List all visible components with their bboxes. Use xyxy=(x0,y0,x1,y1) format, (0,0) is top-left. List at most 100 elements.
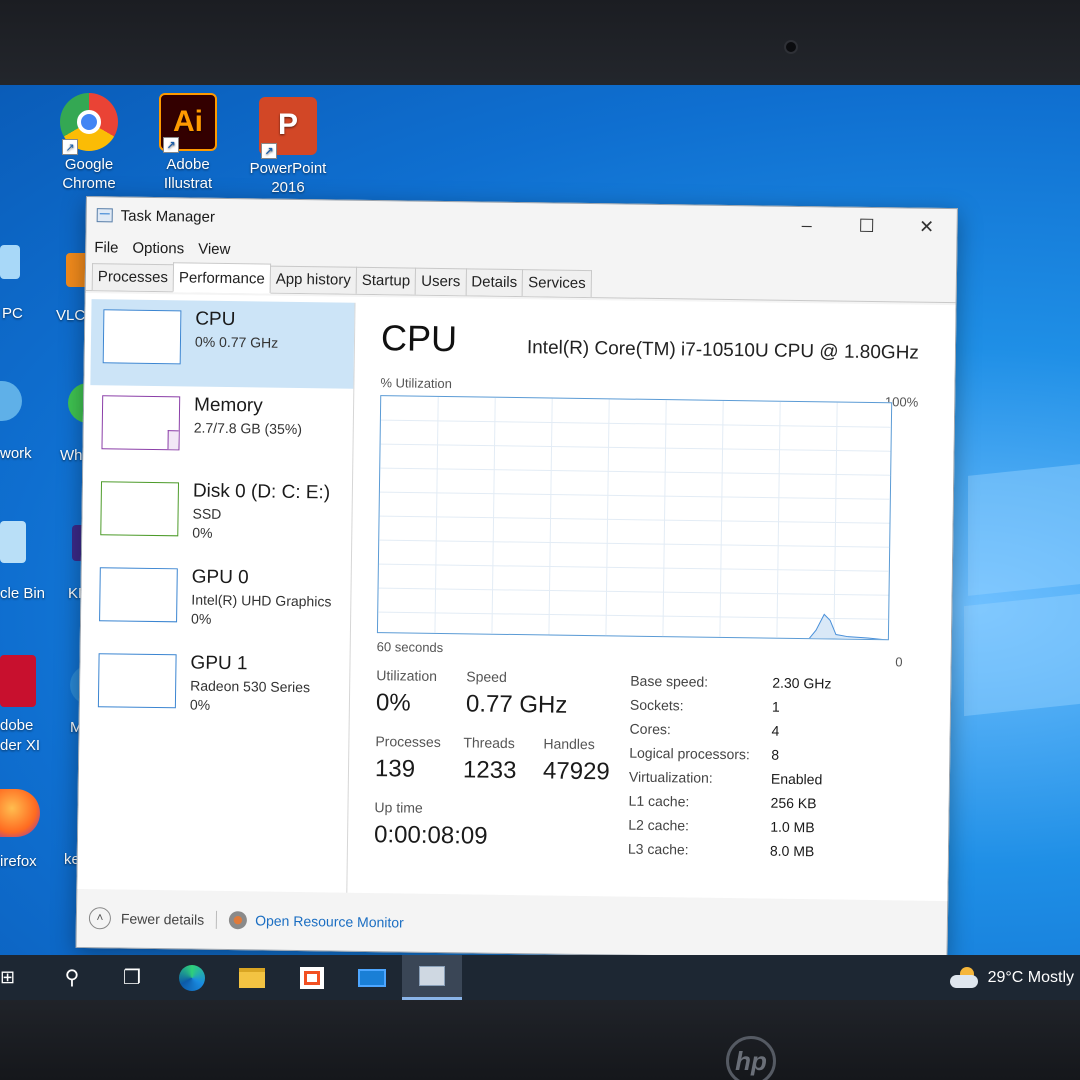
acrobat-icon xyxy=(0,655,36,707)
task-manager-icon xyxy=(419,966,445,986)
desktop-icon-label: irefox xyxy=(0,853,37,870)
taskbar-file-explorer[interactable] xyxy=(222,955,282,1000)
search-icon: ⚲ xyxy=(64,967,80,989)
desktop-icon-chrome[interactable]: ↗ Google Chrome xyxy=(44,93,134,193)
tab-startup[interactable]: Startup xyxy=(355,266,417,295)
tab-processes[interactable]: Processes xyxy=(91,263,175,292)
weather-icon xyxy=(949,966,980,989)
minimize-icon[interactable]: – xyxy=(776,207,836,244)
spec-row: L3 cache: 8.0 MB xyxy=(628,841,829,868)
task-manager-window: Task Manager – ☐ ✕ File Options View Pro… xyxy=(75,196,958,961)
spec-value: 8 xyxy=(771,746,780,763)
windows-icon: ⊞ xyxy=(0,967,16,987)
mail-icon xyxy=(358,968,386,987)
system-tray: 29°C Mostly xyxy=(949,955,1080,1000)
taskbar-mail[interactable] xyxy=(342,955,402,1000)
tab-app-history[interactable]: App history xyxy=(269,265,357,294)
taskbar-edge[interactable] xyxy=(162,955,222,1000)
desktop-icon-label: PowerPoint 2016 xyxy=(249,160,327,196)
window-footer: ˄ Fewer details Open Resource Monitor xyxy=(77,889,948,959)
shortcut-arrow-icon: ↗ xyxy=(62,139,78,155)
task-view-button[interactable]: ❐ xyxy=(102,955,162,1000)
wallpaper-pane xyxy=(968,464,1080,596)
spec-label: Cores: xyxy=(629,720,671,738)
gpu-mini-graph xyxy=(99,567,178,623)
stat-value: 139 xyxy=(374,755,416,783)
spec-label: Sockets: xyxy=(629,696,684,714)
stat-value: 0% xyxy=(375,689,411,717)
stat-speed: Speed 0.77 GHz xyxy=(466,668,568,719)
desktop-icon-label: cle Bin xyxy=(0,585,46,602)
recycle-bin-icon xyxy=(0,521,26,563)
resource-item-gpu-0[interactable]: GPU 0 Intel(R) UHD Graphics 0% xyxy=(87,557,351,647)
stat-label: Up time xyxy=(374,799,423,816)
resource-item-cpu[interactable]: CPU 0% 0.77 GHz xyxy=(90,299,355,389)
stat-threads: Threads 1233 xyxy=(463,734,517,785)
folder-icon xyxy=(239,967,265,988)
desktop-icon-label: PC xyxy=(2,305,23,322)
stat-uptime: Up time 0:00:08:09 xyxy=(374,799,488,851)
tab-performance[interactable]: Performance xyxy=(172,262,271,294)
resource-usage: 0% xyxy=(189,696,211,713)
resource-detail: Radeon 530 Series xyxy=(190,677,311,696)
tab-details[interactable]: Details xyxy=(465,268,524,297)
resource-item-disk[interactable]: Disk 0 (D: C: E:) SSD 0% xyxy=(88,471,352,561)
resource-item-memory[interactable]: Memory 2.7/7.8 GB (35%) xyxy=(89,385,353,475)
store-icon xyxy=(300,966,324,989)
page-title: CPU xyxy=(380,317,458,360)
stat-label: Threads xyxy=(463,734,515,752)
task-manager-icon xyxy=(96,208,113,223)
menu-options[interactable]: Options xyxy=(132,239,184,257)
weather-widget[interactable]: 29°C Mostly xyxy=(988,969,1074,987)
window-title: Task Manager xyxy=(120,206,216,226)
stat-value: 0:00:08:09 xyxy=(373,821,488,850)
graph-zero-label: 0 xyxy=(895,654,903,670)
resource-name: GPU 1 xyxy=(190,652,248,675)
resource-detail: Intel(R) UHD Graphics xyxy=(191,591,332,610)
spec-label: L1 cache: xyxy=(628,792,690,810)
open-resource-monitor-link[interactable]: Open Resource Monitor xyxy=(255,912,404,930)
desktop-icon-powerpoint[interactable]: P ↗ PowerPoint 2016 xyxy=(243,97,333,197)
resource-detail: 2.7/7.8 GB (35%) xyxy=(193,419,303,438)
resource-name: Disk 0 (D: C: E:) xyxy=(192,480,331,504)
taskbar-task-manager[interactable] xyxy=(402,955,462,1000)
start-button[interactable]: ⊞ xyxy=(0,955,20,1000)
spec-row: Sockets: 1 xyxy=(630,697,831,724)
tab-users[interactable]: Users xyxy=(414,267,467,296)
powerpoint-icon: P ↗ xyxy=(259,97,317,159)
shortcut-arrow-icon: ↗ xyxy=(163,137,179,153)
stat-processes: Processes 139 xyxy=(375,733,441,784)
resource-list: CPU 0% 0.77 GHz Memory 2.7/7.8 GB (35%) … xyxy=(83,299,356,893)
resource-usage: 0% xyxy=(190,610,212,627)
stat-label: Processes xyxy=(375,733,441,751)
maximize-icon[interactable]: ☐ xyxy=(836,207,896,244)
spec-value: Enabled xyxy=(770,770,823,788)
wallpaper-pane xyxy=(964,593,1080,717)
menu-view[interactable]: View xyxy=(198,240,230,257)
disk-mini-graph xyxy=(100,481,180,537)
fewer-details-button[interactable]: Fewer details xyxy=(121,911,204,928)
firefox-icon xyxy=(0,789,40,837)
spec-label: Base speed: xyxy=(630,672,709,690)
spec-row: Logical processors: 8 xyxy=(629,745,830,772)
menu-file[interactable]: File xyxy=(94,239,118,256)
screen-bezel-top xyxy=(0,0,1080,85)
taskbar-store[interactable] xyxy=(282,955,342,1000)
cpu-graph-svg xyxy=(378,396,893,641)
tab-services[interactable]: Services xyxy=(522,269,592,298)
performance-panel: CPU 0% 0.77 GHz Memory 2.7/7.8 GB (35%) … xyxy=(77,293,956,902)
spec-label: L3 cache: xyxy=(627,840,689,858)
spec-value: 4 xyxy=(771,722,780,739)
close-icon[interactable]: ✕ xyxy=(896,208,956,245)
hp-logo: hp xyxy=(726,1036,776,1080)
spec-row: L2 cache: 1.0 MB xyxy=(628,817,829,844)
edge-icon xyxy=(179,964,205,991)
chevron-up-icon[interactable]: ˄ xyxy=(88,907,112,930)
gpu-mini-graph xyxy=(97,653,177,709)
search-button[interactable]: ⚲ xyxy=(42,955,102,1000)
resource-name: Memory xyxy=(193,394,263,417)
shortcut-arrow-icon: ↗ xyxy=(261,143,277,159)
resource-item-gpu-1[interactable]: GPU 1 Radeon 530 Series 0% xyxy=(86,643,350,733)
desktop-icon-label: Adobe Illustrat xyxy=(163,156,213,192)
desktop-icon-illustrator[interactable]: Ai ↗ Adobe Illustrat xyxy=(143,93,233,193)
